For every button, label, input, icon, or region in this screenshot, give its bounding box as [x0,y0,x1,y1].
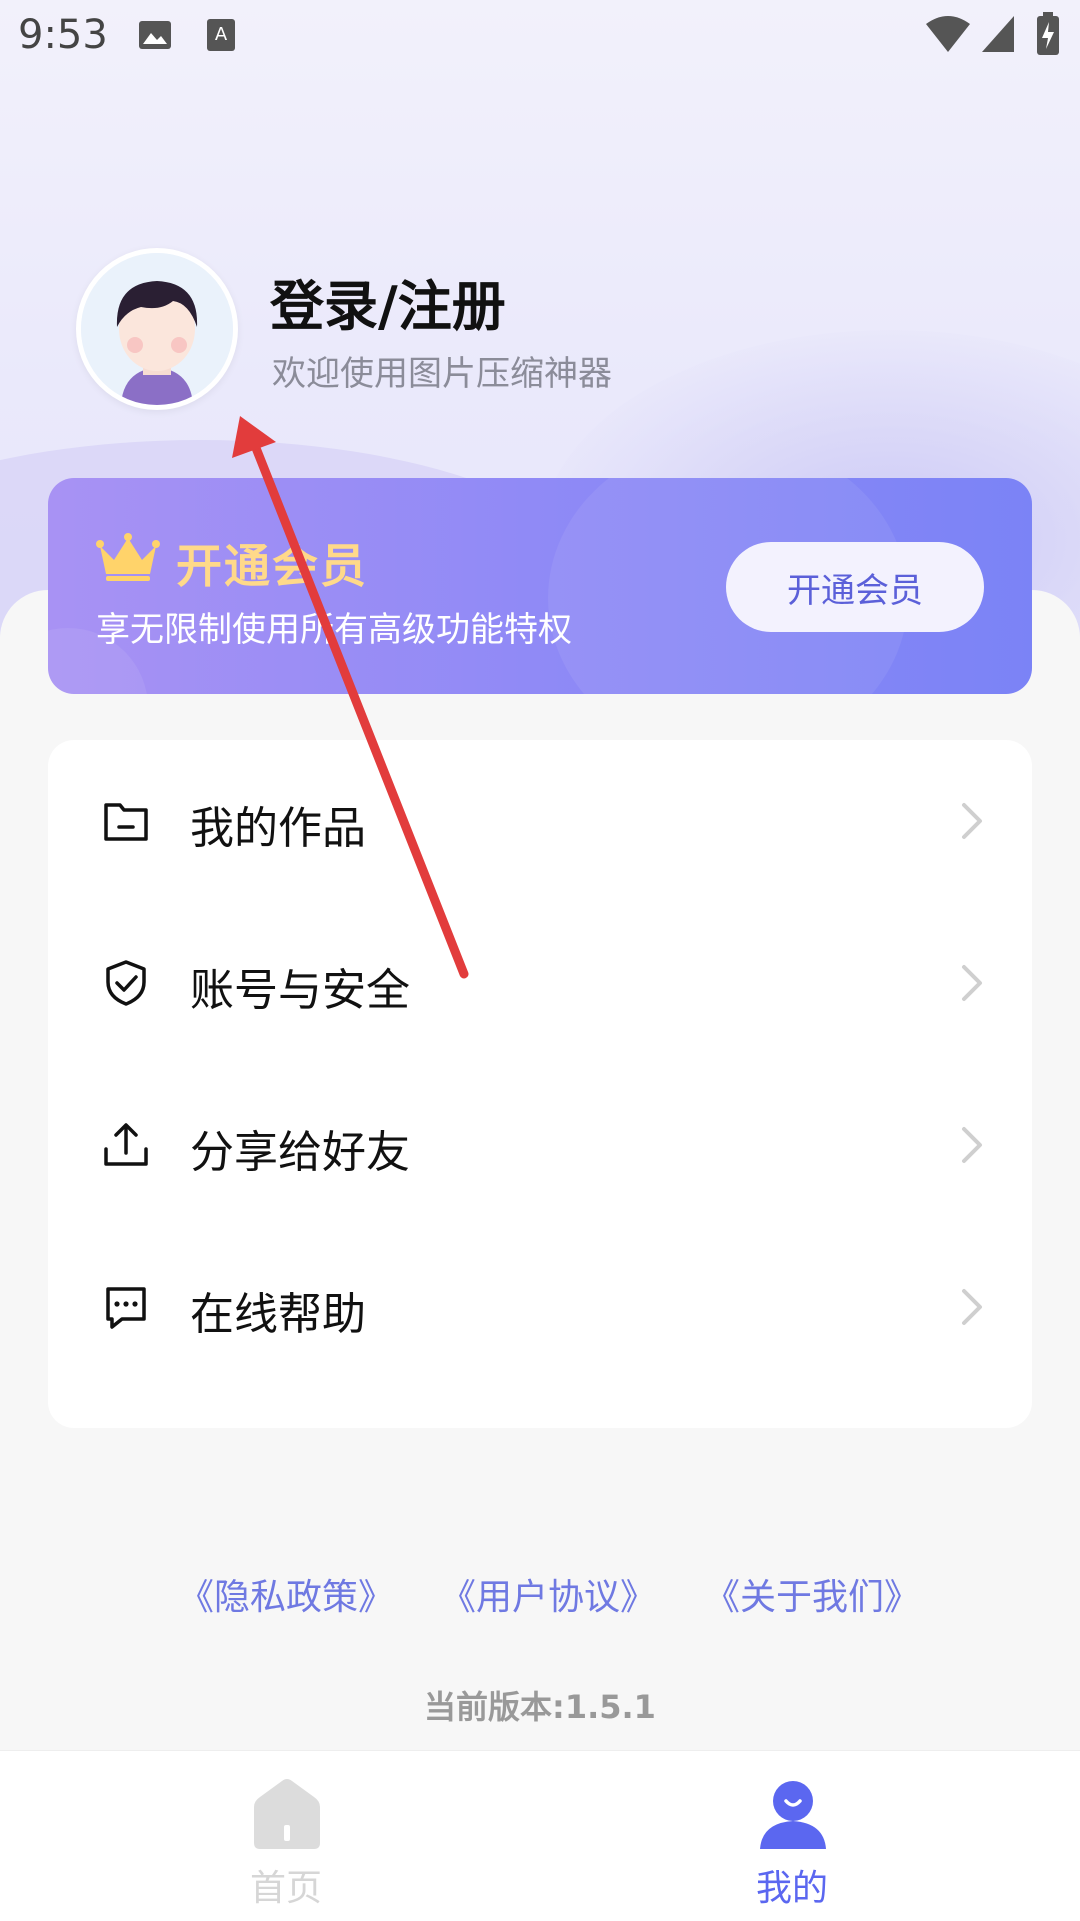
vip-subtitle: 享无限制使用所有高级功能特权 [96,610,572,650]
chevron-right-icon [962,803,982,839]
tab-home-label: 首页 [249,1868,322,1909]
tab-home[interactable]: 首页 [186,1751,386,1921]
menu-item-label: 分享给好友 [190,1127,410,1178]
about-us-link[interactable]: 《关于我们》 [704,1568,920,1620]
welcome-subtitle: 欢迎使用图片压缩神器 [272,354,612,394]
user-agreement-link[interactable]: 《用户协议》 [440,1568,656,1620]
wifi-icon [926,16,970,52]
menu-card: 我的作品 账号与安全 分享给好友 在线帮助 [48,740,1032,1428]
privacy-policy-link[interactable]: 《隐私政策》 [178,1568,394,1620]
tab-mine-label: 我的 [755,1868,828,1909]
home-icon [254,1779,320,1849]
svg-text:A: A [215,24,228,45]
menu-item-label: 在线帮助 [190,1289,366,1340]
gallery-icon [139,21,171,49]
chevron-right-icon [962,1127,982,1163]
login-register-title[interactable]: 登录/注册 [270,262,506,341]
keyboard-a-icon: A [207,19,235,51]
folder-icon [104,803,148,841]
menu-item-share[interactable]: 分享给好友 [48,1064,1032,1226]
menu-item-label: 我的作品 [190,803,366,854]
menu-item-my-works[interactable]: 我的作品 [48,740,1032,902]
chat-icon [106,1287,146,1329]
vip-card[interactable]: 开通会员 享无限制使用所有高级功能特权 开通会员 [48,478,1032,694]
crown-icon [96,533,160,581]
share-icon [104,1123,148,1166]
signal-icon [982,16,1014,52]
shield-icon [106,960,146,1006]
menu-item-account-security[interactable]: 账号与安全 [48,902,1032,1064]
chevron-right-icon [962,965,982,1001]
version-text: 当前版本:1.5.1 [424,1688,656,1726]
vip-title: 开通会员 [176,539,368,593]
menu-item-online-help[interactable]: 在线帮助 [48,1226,1032,1388]
avatar[interactable] [76,248,238,410]
bottom-tab-bar: 首页 我的 [0,1750,1080,1921]
open-vip-button[interactable]: 开通会员 [726,542,984,632]
status-time: 9:53 [18,12,108,58]
status-bar: 9:53 A [0,0,1080,72]
chevron-right-icon [962,1289,982,1325]
avatar-illustration-icon [81,253,233,405]
menu-item-label: 账号与安全 [190,965,410,1016]
user-icon [760,1781,826,1849]
battery-icon [1037,12,1059,55]
footer-links: 《隐私政策》 《用户协议》 《关于我们》 [0,1568,1080,1618]
tab-mine[interactable]: 我的 [692,1751,892,1921]
